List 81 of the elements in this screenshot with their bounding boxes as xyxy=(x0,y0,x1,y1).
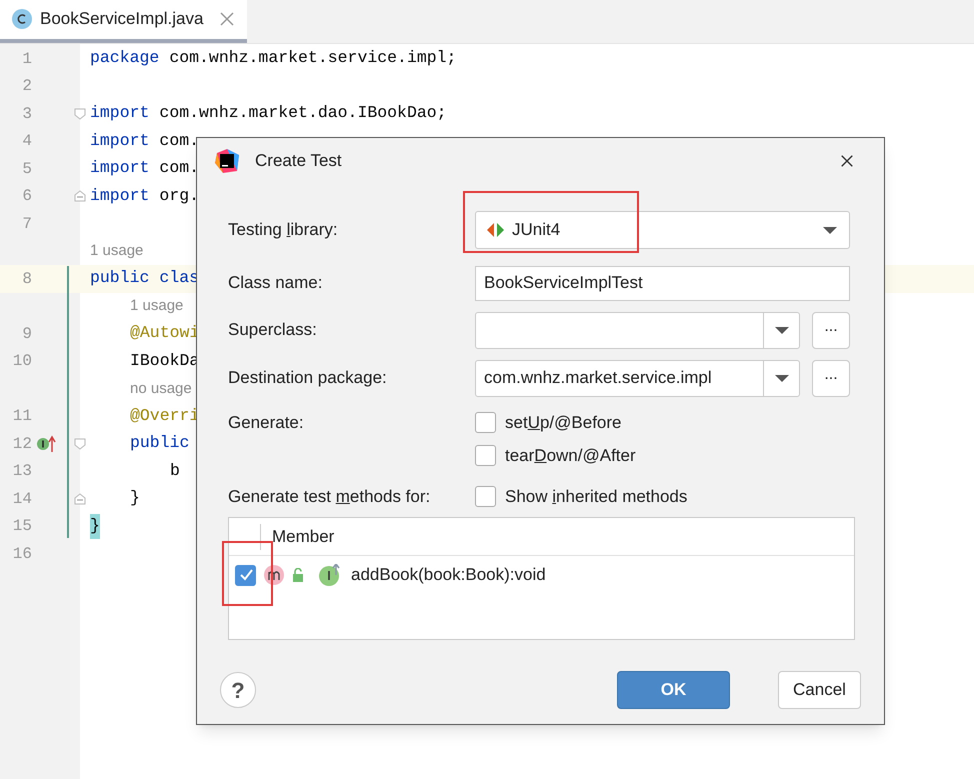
line-number: 2 xyxy=(21,76,32,98)
code-token: com.wnhz.market.dao.IBookDao; xyxy=(159,102,447,124)
line-number: 5 xyxy=(21,158,32,180)
line-number: 16 xyxy=(12,544,32,565)
line-number: 11 xyxy=(12,406,32,428)
line-number: 15 xyxy=(12,516,32,538)
class-file-icon xyxy=(12,9,32,29)
line-number: 10 xyxy=(12,351,32,372)
line-number: 14 xyxy=(12,488,32,510)
fold-icon xyxy=(74,438,86,450)
junit-icon xyxy=(486,222,504,238)
cancel-button[interactable]: Cancel xyxy=(778,671,861,709)
checkbox[interactable] xyxy=(475,445,496,466)
ok-button[interactable]: OK xyxy=(617,671,730,709)
usage-hint: 1 usage xyxy=(90,241,144,261)
code-token: @Overri xyxy=(130,404,200,427)
code-token: b xyxy=(170,460,180,482)
browse-button[interactable]: ... xyxy=(812,312,850,348)
usage-hint: 1 usage xyxy=(130,296,184,316)
line-number: 7 xyxy=(21,214,32,235)
line-number: 6 xyxy=(21,186,32,208)
superclass-dropdown[interactable] xyxy=(475,312,800,348)
code-token: import xyxy=(90,102,150,124)
line-number: 13 xyxy=(12,461,32,482)
package-dropdown[interactable]: com.wnhz.market.service.impl xyxy=(475,360,800,396)
field-label: Generate test methods for: xyxy=(228,486,430,506)
method-icon xyxy=(264,565,284,585)
class-name-field[interactable]: BookServiceImplTest xyxy=(475,266,850,300)
code-token: public xyxy=(90,267,150,290)
editor-tab[interactable]: BookServiceImpl.java xyxy=(0,0,248,43)
line-number: 8 xyxy=(21,268,32,290)
tab-label: BookServiceImpl.java xyxy=(40,8,204,30)
checkbox[interactable] xyxy=(475,486,496,507)
close-icon xyxy=(840,154,854,168)
fold-icon xyxy=(74,108,86,120)
line-number: 9 xyxy=(21,324,32,345)
code-token: package xyxy=(90,47,160,70)
line-number: 1 xyxy=(21,48,32,70)
help-button[interactable]: ? xyxy=(220,672,256,708)
highlight-box xyxy=(222,541,273,606)
field-label: Generate: xyxy=(228,412,304,432)
code-token: import xyxy=(90,130,150,152)
member-row[interactable]: addBook(book:Book):void xyxy=(351,562,546,588)
code-token: com. xyxy=(159,157,200,180)
unlock-icon xyxy=(292,568,304,582)
code-token: public xyxy=(130,432,190,454)
column-header: Member xyxy=(272,526,334,548)
code-token: org. xyxy=(159,184,200,207)
field-label: Testing library: xyxy=(228,220,338,239)
code-token: import xyxy=(90,184,150,207)
interface-icon xyxy=(319,564,341,586)
line-number: 4 xyxy=(21,131,32,152)
code-token: com.wnhz.market.service.impl; xyxy=(169,47,456,70)
brace: } xyxy=(90,514,100,539)
close-icon xyxy=(219,11,236,27)
code-token: import xyxy=(90,157,150,180)
option-label: tearDown/@After xyxy=(505,444,636,467)
field-label: Superclass: xyxy=(228,320,317,339)
browse-button[interactable]: ... xyxy=(812,360,850,396)
checkbox[interactable] xyxy=(235,564,256,586)
dropdown-arrow-icon xyxy=(774,374,788,382)
usage-hint: no usage xyxy=(130,378,192,398)
check-icon xyxy=(238,567,254,583)
dropdown-arrow-icon xyxy=(823,226,837,234)
implements-icon xyxy=(37,434,56,453)
code-token: com. xyxy=(159,130,200,152)
fold-icon xyxy=(74,190,86,202)
dialog-title: Create Test xyxy=(255,150,343,172)
fold-icon xyxy=(74,492,86,505)
code-token: @Autowi xyxy=(130,322,200,344)
app-logo-icon xyxy=(215,149,239,173)
code-token: } xyxy=(130,487,140,510)
line-number: 3 xyxy=(21,104,32,125)
option-label: Show inherited methods xyxy=(505,486,688,508)
testing-library-dropdown[interactable]: JUnit4 xyxy=(475,211,850,249)
checkbox[interactable] xyxy=(475,412,496,433)
dropdown-arrow-icon xyxy=(774,326,788,334)
line-number: 12 xyxy=(12,434,32,455)
option-label: setUp/@Before xyxy=(505,412,622,434)
field-label: Destination package: xyxy=(228,368,387,387)
field-label: Class name: xyxy=(228,273,322,292)
